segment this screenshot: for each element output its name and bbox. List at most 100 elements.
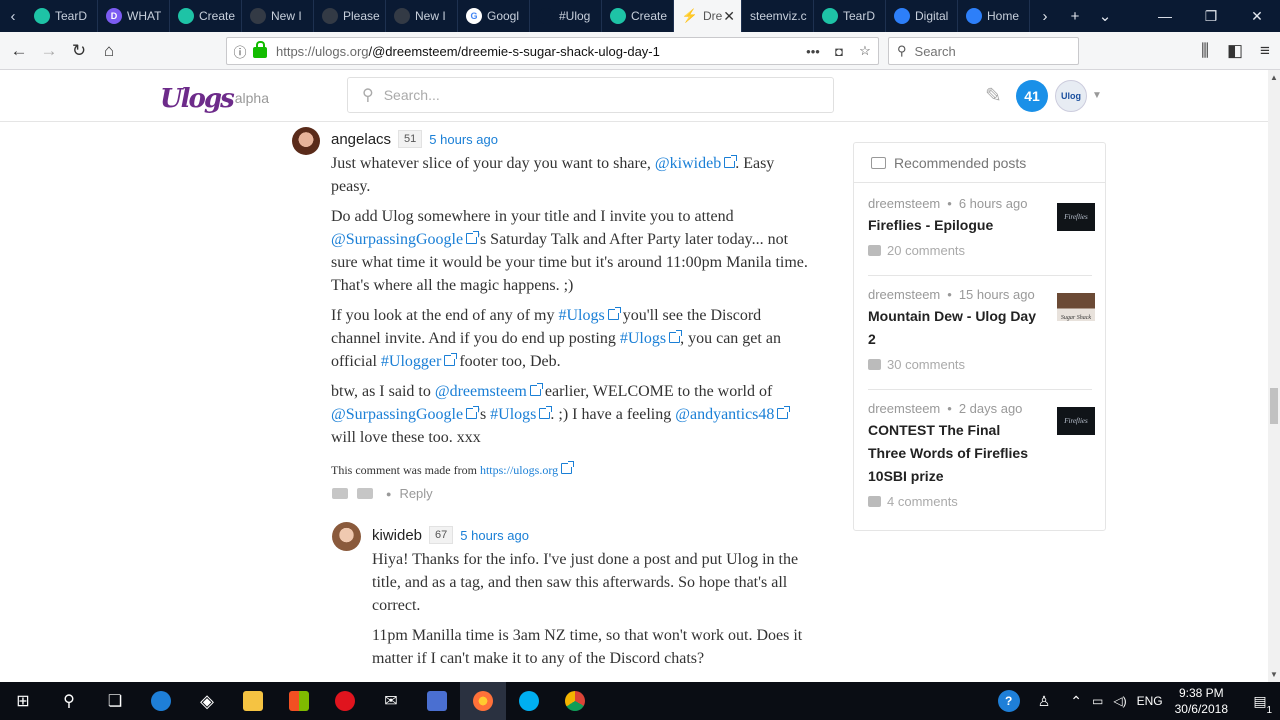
edge-icon[interactable] (138, 682, 184, 720)
scroll-up-icon[interactable]: ▲ (1270, 73, 1278, 82)
browser-search-field[interactable]: ⚲ Search (888, 37, 1079, 65)
task-view-icon[interactable]: ❏ (92, 682, 138, 720)
file-explorer-icon[interactable] (230, 682, 276, 720)
comment-time[interactable]: 5 hours ago (429, 132, 498, 147)
browser-tab[interactable]: New I (386, 0, 458, 32)
rec-thumbnail[interactable]: Fireflies (1057, 407, 1095, 435)
rec-author[interactable]: dreemsteem (868, 287, 940, 302)
rec-title[interactable]: Mountain Dew - Ulog Day 2 (868, 305, 1038, 351)
dropbox-icon[interactable]: ◈ (184, 682, 230, 720)
clock-date: 30/6/2018 (1174, 702, 1228, 716)
bookmark-star-icon[interactable]: ☆ (852, 43, 878, 59)
skype-icon[interactable] (506, 682, 552, 720)
upvote-icon[interactable] (332, 488, 348, 499)
google-icon: G (466, 8, 482, 24)
comment-author[interactable]: kiwideb (372, 527, 422, 544)
rec-thumbnail[interactable]: Fireflies (1057, 203, 1095, 231)
sidebar-icon[interactable]: ◧ (1220, 36, 1250, 66)
mail-icon[interactable]: ✉ (368, 682, 414, 720)
browser-tab[interactable]: Digital (886, 0, 958, 32)
rec-title[interactable]: CONTEST The Final Three Words of Firefli… (868, 419, 1038, 488)
browser-tab[interactable]: G Googl (458, 0, 530, 32)
store-icon[interactable] (276, 682, 322, 720)
notification-center-icon[interactable]: ▤ 1 (1240, 693, 1280, 716)
discord-icon: D (106, 8, 122, 24)
mention-link[interactable]: @kiwideb (655, 155, 738, 172)
chevron-down-icon[interactable]: ▼ (1092, 90, 1102, 101)
rec-author[interactable]: dreemsteem (868, 401, 940, 416)
write-post-icon[interactable]: ✎ (985, 83, 1002, 108)
avatar[interactable] (292, 127, 320, 155)
hashtag-link[interactable]: #Ulogs (620, 330, 683, 347)
mention-link[interactable]: @dreemsteem (435, 383, 543, 400)
chevron-up-icon[interactable]: ⌃ (1070, 693, 1082, 710)
scroll-down-icon[interactable]: ▼ (1270, 670, 1278, 679)
pocket-icon[interactable]: ◘ (826, 44, 852, 59)
windows-start-icon[interactable]: ⊞ (0, 682, 46, 720)
menu-hamburger-icon[interactable]: ≡ (1250, 36, 1280, 66)
library-icon[interactable]: ⫼ (1190, 36, 1220, 66)
browser-tab[interactable]: #Ulog (530, 0, 602, 32)
address-bar[interactable]: ⓘ https://ulogs.org/@dreemsteem/dreemie-… (226, 37, 879, 65)
search-icon[interactable]: ⚲ (46, 682, 92, 720)
site-search-input[interactable]: ⚲ Search... (347, 77, 834, 113)
user-avatar[interactable]: Ulog (1055, 80, 1087, 112)
browser-tab[interactable]: Please (314, 0, 386, 32)
comment-author[interactable]: angelacs (331, 131, 391, 148)
mention-link[interactable]: @SurpassingGoogle (331, 231, 480, 248)
close-tab-icon[interactable]: ✕ (723, 8, 735, 25)
people-icon[interactable]: ♙ (1038, 693, 1051, 710)
browser-tab[interactable]: steemviz.c (742, 0, 814, 32)
browser-tab[interactable]: Create (170, 0, 242, 32)
page-scrollbar[interactable]: ▲ ▼ (1268, 70, 1280, 682)
rec-thumbnail[interactable]: Sugar Shack (1057, 293, 1095, 321)
tab-scroll-right-icon[interactable]: › (1030, 0, 1060, 32)
browser-tab[interactable]: TearD (26, 0, 98, 32)
tab-list-chevron-icon[interactable]: ⌄ (1090, 0, 1120, 32)
notification-badge[interactable]: 41 (1016, 80, 1048, 112)
help-icon[interactable]: ? (997, 690, 1020, 712)
hashtag-link[interactable]: #Ulogs (490, 406, 553, 423)
system-clock[interactable]: 9:38 PM 30/6/2018 (1175, 685, 1228, 717)
close-window-icon[interactable]: ✕ (1234, 0, 1280, 32)
mention-link[interactable]: @SurpassingGoogle (331, 406, 480, 423)
comment-time[interactable]: 5 hours ago (460, 528, 529, 543)
volume-icon[interactable]: ◁) (1113, 694, 1126, 708)
chrome-icon[interactable] (552, 682, 598, 720)
language-indicator[interactable]: ENG (1137, 694, 1163, 708)
scrollbar-thumb[interactable] (1270, 388, 1278, 424)
browser-tab[interactable]: D WHAT (98, 0, 170, 32)
battery-icon[interactable]: ▭ (1092, 694, 1103, 708)
mention-link[interactable]: @andyantics48 (675, 406, 791, 423)
url-text[interactable]: https://ulogs.org/@dreemsteem/dreemie-s-… (276, 44, 800, 59)
back-arrow-icon[interactable]: ← (4, 36, 34, 66)
more-actions-icon[interactable]: ••• (800, 44, 826, 59)
info-icon[interactable]: ⓘ (227, 42, 253, 61)
network-app-icon[interactable] (414, 682, 460, 720)
ulogs-logo[interactable]: Ulogs alpha (160, 82, 269, 114)
browser-tab-active[interactable]: ⚡ Dre ✕ (674, 0, 742, 32)
minimize-icon[interactable]: — (1142, 0, 1188, 32)
home-icon[interactable]: ⌂ (94, 36, 124, 66)
new-tab-icon[interactable]: + (1060, 0, 1090, 32)
lock-icon[interactable] (253, 41, 267, 58)
avatar[interactable] (332, 522, 361, 551)
external-link-icon (444, 353, 458, 366)
reload-icon[interactable]: ↻ (64, 36, 94, 66)
forward-arrow-icon[interactable]: → (34, 36, 64, 66)
hashtag-link[interactable]: #Ulogger (381, 353, 458, 370)
firefox-icon[interactable] (460, 682, 506, 720)
tab-scroll-left-icon[interactable]: ‹ (0, 0, 26, 32)
downvote-icon[interactable] (357, 488, 373, 499)
browser-tab[interactable]: Create (602, 0, 674, 32)
restore-icon[interactable]: ❐ (1188, 0, 1234, 32)
hashtag-link[interactable]: #Ulogs (559, 307, 621, 324)
browser-tab[interactable]: Home (958, 0, 1030, 32)
browser-tab[interactable]: TearD (814, 0, 886, 32)
reply-link[interactable]: Reply (399, 486, 432, 501)
browser-tab[interactable]: New I (242, 0, 314, 32)
opera-icon[interactable] (322, 682, 368, 720)
rec-author[interactable]: dreemsteem (868, 196, 940, 211)
ulogs-link[interactable]: https://ulogs.org (480, 461, 575, 477)
rec-title[interactable]: Fireflies - Epilogue (868, 214, 1038, 237)
